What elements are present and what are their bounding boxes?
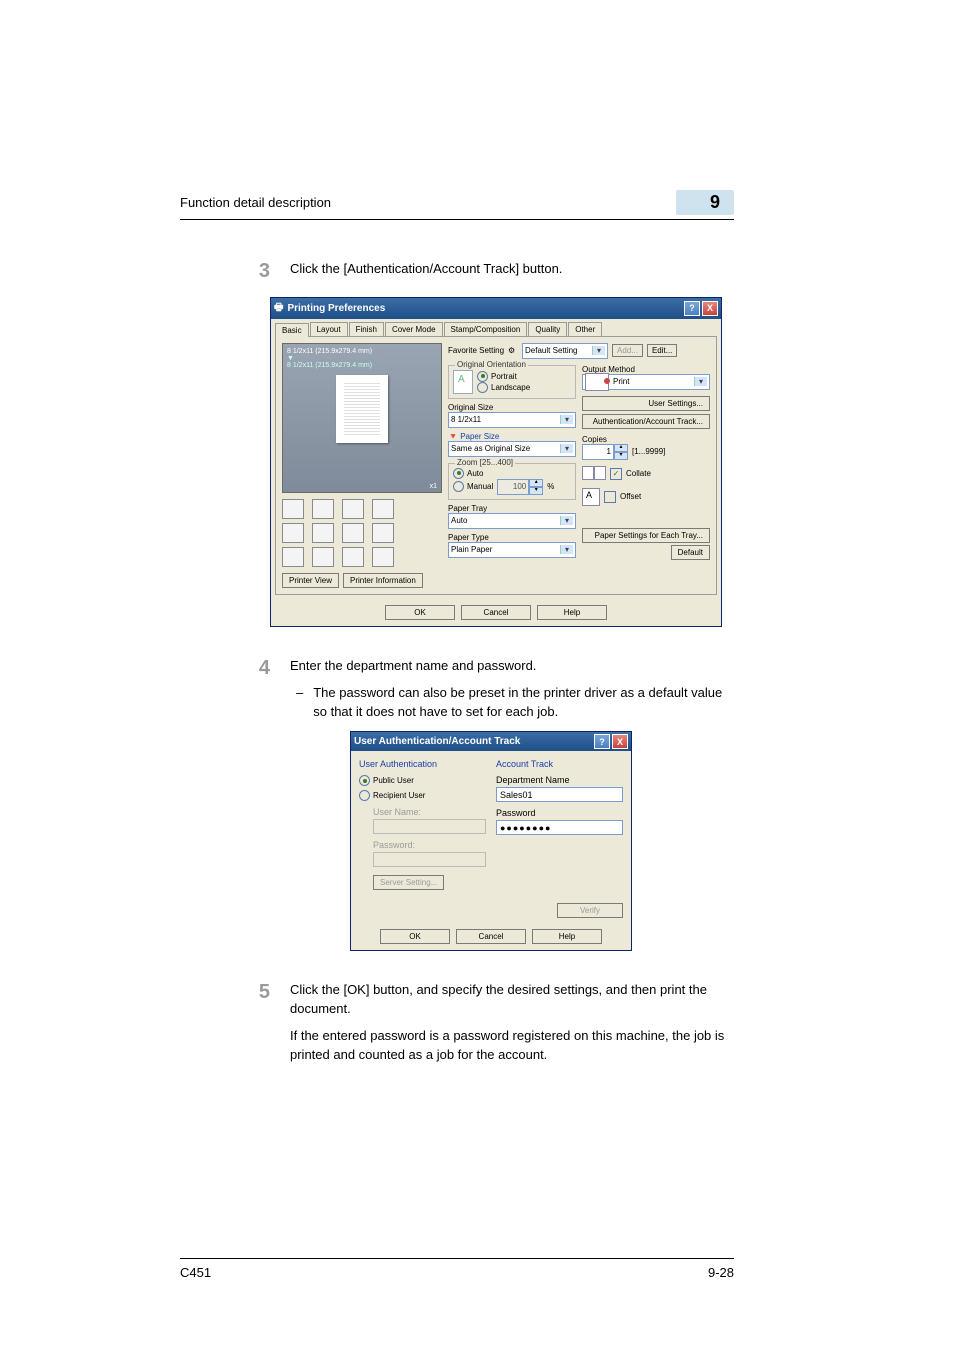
paper-type-label: Paper Type (448, 533, 576, 542)
help-button[interactable]: Help (537, 605, 607, 620)
zoom-manual-radio[interactable]: Manual (453, 481, 493, 492)
orientation-group: Original Orientation (455, 360, 528, 369)
paper-size-dropdown[interactable]: Same as Original Size▾ (448, 441, 576, 457)
paper-type-dropdown[interactable]: Plain Paper▾ (448, 542, 576, 558)
dlg2-title: User Authentication/Account Track (354, 736, 520, 747)
user-auth-account-track-dialog: User Authentication/Account Track ? X Us… (350, 731, 632, 951)
at-password-input[interactable] (496, 820, 623, 835)
step4-bullet: The password can also be preset in the p… (313, 684, 734, 722)
collate-checkbox[interactable]: ✓ (610, 468, 622, 480)
original-size-dropdown[interactable]: 8 1/2x11▾ (448, 412, 576, 428)
zoom-spinner[interactable]: ▴▾ (497, 479, 543, 495)
help-icon[interactable]: ? (684, 301, 700, 316)
portrait-radio[interactable]: Portrait (477, 371, 530, 382)
preview-icon-8[interactable] (372, 523, 394, 543)
tab-layout[interactable]: Layout (310, 322, 348, 336)
step5-p1: Click the [OK] button, and specify the d… (290, 981, 734, 1019)
ok-button[interactable]: OK (385, 605, 455, 620)
gear-icon: ⚙ (508, 346, 518, 356)
collate-icon (582, 466, 606, 482)
printer-view-button[interactable]: Printer View (282, 573, 339, 588)
orientation-icon (453, 370, 473, 394)
original-size-label: Original Size (448, 403, 576, 412)
default-button[interactable]: Default (671, 545, 710, 560)
step-number-4: 4 (180, 657, 290, 722)
cancel-button[interactable]: Cancel (456, 929, 526, 944)
paper-tray-label: Paper Tray (448, 504, 576, 513)
landscape-radio[interactable]: Landscape (477, 382, 530, 393)
favorite-dropdown[interactable]: Default Setting▾ (522, 343, 608, 359)
preview-icon-1[interactable] (282, 499, 304, 519)
paper-tray-dropdown[interactable]: Auto▾ (448, 513, 576, 529)
user-name-input (373, 819, 486, 834)
tab-basic[interactable]: Basic (275, 323, 309, 337)
department-name-label: Department Name (496, 775, 623, 785)
authentication-account-track-button[interactable]: Authentication/Account Track... (582, 414, 710, 429)
bullet-dash: – (296, 684, 303, 722)
preview-icon-3[interactable] (342, 499, 364, 519)
tab-cover-mode[interactable]: Cover Mode (385, 322, 443, 336)
account-track-heading: Account Track (496, 759, 623, 769)
tab-other[interactable]: Other (568, 322, 602, 336)
step4-text: Enter the department name and password. (290, 657, 734, 676)
page-preview: 8 1/2x11 (215.9x279.4 mm) ▼ 8 1/2x11 (21… (282, 343, 442, 493)
tab-finish[interactable]: Finish (349, 322, 384, 336)
recipient-user-radio[interactable]: Recipient User (359, 790, 486, 801)
edit-button[interactable]: Edit... (647, 344, 677, 357)
server-setting-button[interactable]: Server Setting... (373, 875, 444, 890)
zoom-group: Zoom [25...400] (455, 458, 515, 467)
preview-icon-10[interactable] (312, 547, 334, 567)
printer-information-button[interactable]: Printer Information (343, 573, 423, 588)
footer-page: 9-28 (708, 1265, 734, 1280)
tab-quality[interactable]: Quality (528, 322, 567, 336)
ua-password-label: Password: (373, 840, 486, 850)
preview-icon-6[interactable] (312, 523, 334, 543)
footer-model: C451 (180, 1265, 211, 1280)
cancel-button[interactable]: Cancel (461, 605, 531, 620)
output-method-dropdown[interactable]: Print▾ (582, 374, 710, 390)
verify-button[interactable]: Verify (557, 903, 623, 918)
preview-icon-9[interactable] (282, 547, 304, 567)
department-name-input[interactable] (496, 787, 623, 802)
preview-icon-11[interactable] (342, 547, 364, 567)
ua-password-input (373, 852, 486, 867)
help-icon[interactable]: ? (594, 734, 610, 749)
help-button[interactable]: Help (532, 929, 602, 944)
preview-icon-4[interactable] (372, 499, 394, 519)
paper-size-label: 🔻 Paper Size (448, 432, 576, 441)
offset-checkbox[interactable] (604, 491, 616, 503)
close-icon[interactable]: X (612, 734, 628, 749)
preview-icon-2[interactable] (312, 499, 334, 519)
favorite-label: Favorite Setting (448, 346, 504, 355)
user-auth-heading: User Authentication (359, 759, 486, 769)
user-settings-button[interactable]: User Settings... (582, 396, 710, 411)
preview-icon-5[interactable] (282, 523, 304, 543)
close-icon[interactable]: X (702, 301, 718, 316)
print-icon (585, 373, 609, 391)
public-user-radio[interactable]: Public User (359, 775, 486, 786)
user-name-label: User Name: (373, 807, 486, 817)
step-number-3: 3 (180, 260, 290, 287)
printing-preferences-dialog: 🖶 Printing Preferences ? X Basic Layout F… (270, 297, 722, 627)
step3-text: Click the [Authentication/Account Track]… (290, 260, 734, 279)
dlg1-title: Printing Preferences (287, 303, 385, 314)
copies-spinner[interactable]: ▴▾ (582, 444, 628, 460)
printer-icon: 🖶 (274, 300, 283, 317)
preview-icon-12[interactable] (372, 547, 394, 567)
zoom-auto-radio[interactable]: Auto (453, 468, 571, 479)
offset-icon (582, 488, 600, 506)
step-number-5: 5 (180, 981, 290, 1072)
paper-settings-each-tray-button[interactable]: Paper Settings for Each Tray... (582, 528, 710, 543)
add-button[interactable]: Add... (612, 344, 643, 357)
chapter-number-badge: 9 (676, 190, 734, 215)
section-title: Function detail description (180, 195, 331, 210)
at-password-label: Password (496, 808, 623, 818)
ok-button[interactable]: OK (380, 929, 450, 944)
preview-icon-7[interactable] (342, 523, 364, 543)
copies-label: Copies (582, 435, 710, 444)
tab-stamp[interactable]: Stamp/Composition (444, 322, 528, 336)
step5-p2: If the entered password is a password re… (290, 1027, 734, 1065)
